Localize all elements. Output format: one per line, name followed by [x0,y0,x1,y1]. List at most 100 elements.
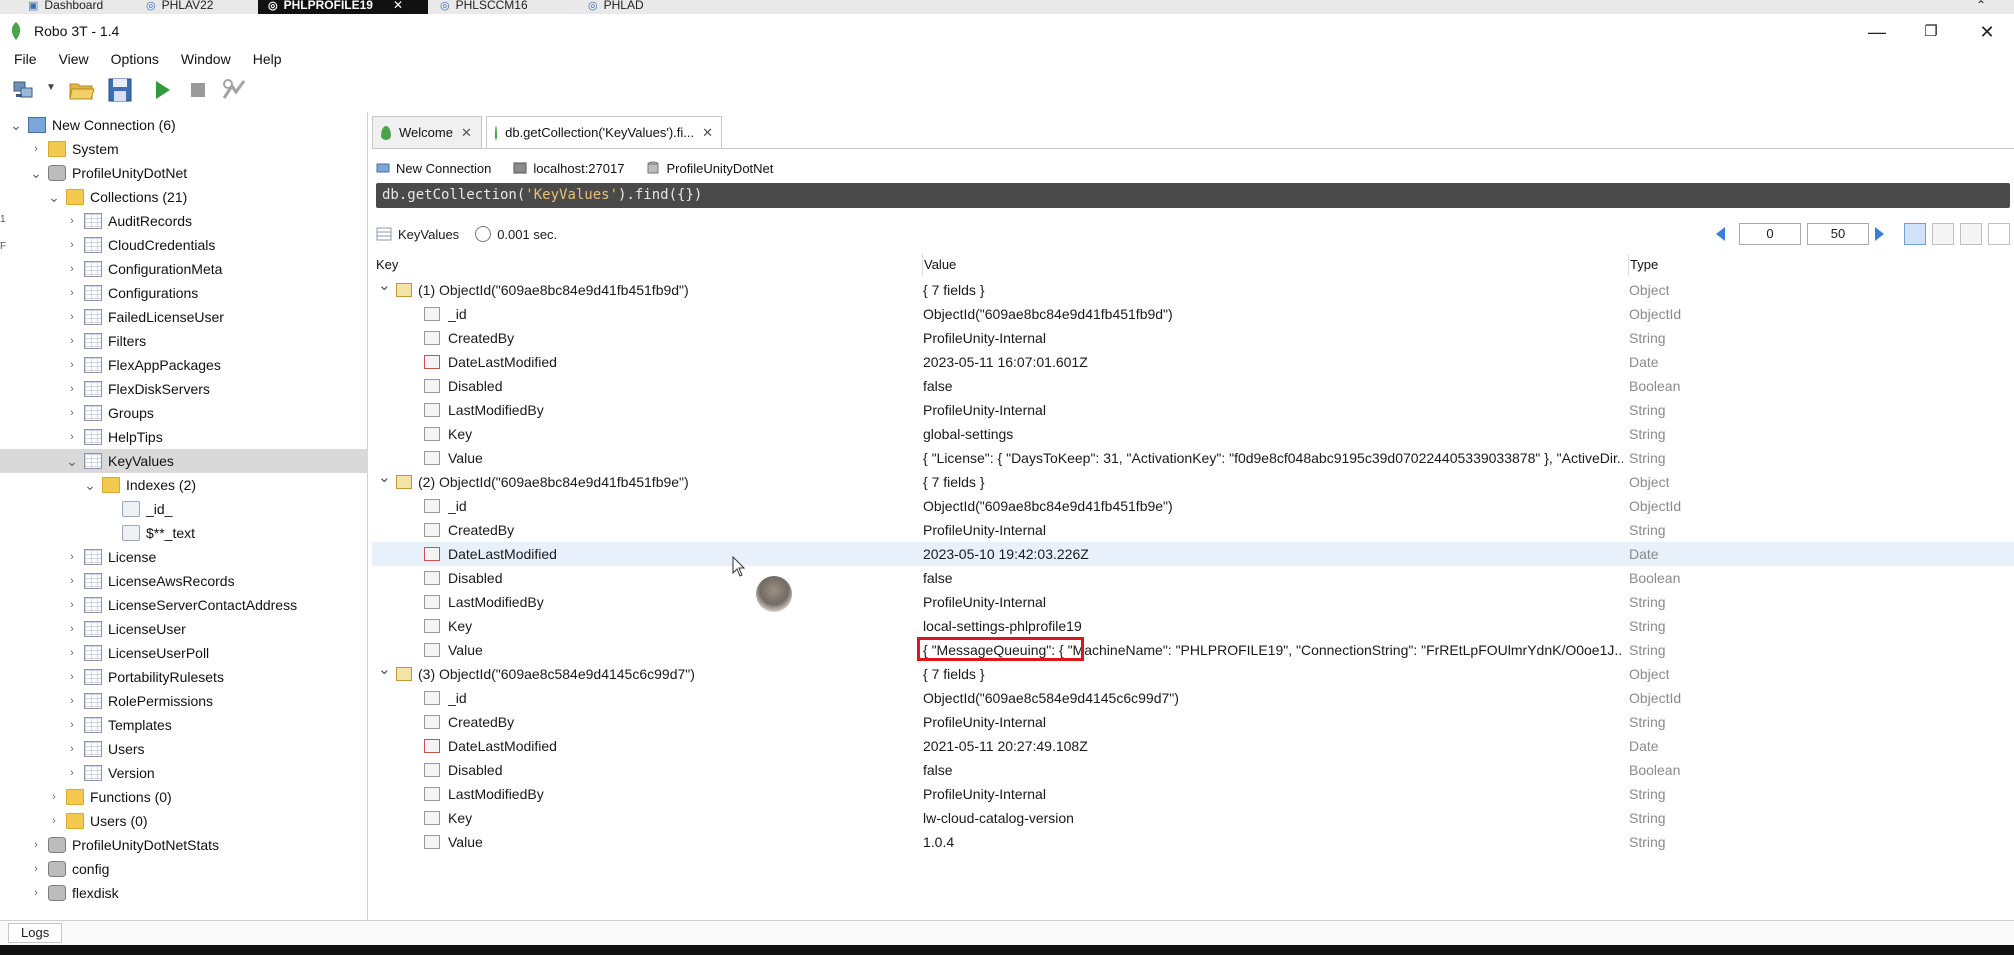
chevron-right-icon[interactable]: › [66,407,78,419]
save-icon[interactable] [106,76,134,104]
tree-item[interactable]: ⌄ ProfileUnityDotNet [0,161,368,185]
chevron-right-icon[interactable]: › [66,647,78,659]
restore-button[interactable]: ❐ [1918,20,1944,44]
tree-item[interactable]: › RolePermissions [0,689,368,713]
chevron-right-icon[interactable]: › [66,743,78,755]
document-row[interactable]: ⌄ (3) ObjectId("609ae8c584e9d4145c6c99d7"… [372,661,2014,686]
tree-item[interactable]: › FailedLicenseUser [0,305,368,329]
tree-item[interactable]: › FlexDiskServers [0,377,368,401]
tree-view-button[interactable] [1904,223,1926,245]
field-row[interactable]: Key local-settings-phlprofile19 String [372,614,2014,638]
tree-item[interactable]: › Users [0,737,368,761]
document-row[interactable]: ⌄ (1) ObjectId("609ae8bc84e9d41fb451fb9d"… [372,276,2014,302]
query-editor[interactable]: db.getCollection('KeyValues').find({}) [376,183,2010,208]
field-row[interactable]: Key lw-cloud-catalog-version String [372,806,2014,830]
chevron-right-icon[interactable]: › [66,719,78,731]
chevron-down-icon[interactable]: ⌄ [84,478,96,492]
close-icon[interactable]: ✕ [393,0,403,12]
menu-view[interactable]: View [45,48,97,70]
tree-item[interactable]: › Functions (0) [0,785,368,809]
field-row[interactable]: CreatedBy ProfileUnity-Internal String [372,710,2014,734]
chevron-right-icon[interactable]: › [66,263,78,275]
tree-item[interactable]: › flexdisk [0,881,368,905]
tree-item[interactable]: $**_text [0,521,368,545]
chevron-right-icon[interactable]: › [30,863,42,875]
chevron-right-icon[interactable]: › [66,695,78,707]
document-row[interactable]: ⌄ (2) ObjectId("609ae8bc84e9d41fb451fb9e"… [372,468,2014,494]
tree-item[interactable]: › Groups [0,401,368,425]
tree-item[interactable]: › config [0,857,368,881]
chevron-right-icon[interactable]: › [66,431,78,443]
tree-item[interactable]: ⌄ Indexes (2) [0,473,368,497]
chevron-right-icon[interactable]: › [66,335,78,347]
remote-tab-dashboard[interactable]: ▣ Dashboard [18,0,113,14]
remote-tab-phlad[interactable]: ◎ PHLAD [578,0,654,14]
chevron-right-icon[interactable]: › [66,671,78,683]
field-row[interactable]: CreatedBy ProfileUnity-Internal String [372,518,2014,542]
tree-item[interactable]: › System [0,137,368,161]
tree-item[interactable]: › CloudCredentials [0,233,368,257]
stop-icon[interactable] [184,76,212,104]
field-row[interactable]: DateLastModified 2021-05-11 20:27:49.108Z… [372,734,2014,758]
chevron-down-icon[interactable]: ⌄ [378,468,391,486]
chevron-down-icon[interactable]: ⌄ [30,166,42,180]
field-row[interactable]: Value 1.0.4 String [372,830,2014,854]
tree-item[interactable]: › HelpTips [0,425,368,449]
close-icon[interactable]: ✕ [702,125,713,141]
tree-item[interactable]: › Configurations [0,281,368,305]
chevron-down-icon[interactable]: ⌄ [378,276,391,294]
tree-item[interactable]: › ConfigurationMeta [0,257,368,281]
chevron-right-icon[interactable]: › [66,383,78,395]
field-row[interactable]: DateLastModified 2023-05-11 16:07:01.601Z… [372,350,2014,374]
limit-input[interactable]: 50 [1807,223,1869,245]
menu-help[interactable]: Help [239,48,290,70]
column-divider[interactable] [1628,254,1629,276]
connect-dropdown-icon[interactable]: ▼ [46,82,56,93]
tree-item[interactable]: › Users (0) [0,809,368,833]
column-divider[interactable] [922,254,923,276]
tree-item[interactable]: › LicenseAwsRecords [0,569,368,593]
close-window-button[interactable]: ✕ [1974,20,2000,44]
tree-item[interactable]: › Templates [0,713,368,737]
column-header-key[interactable]: Key [376,257,398,272]
field-row[interactable]: Value{ "MessageQueuing": { "MachineName"… [372,638,2014,662]
field-row[interactable]: LastModifiedBy ProfileUnity-Internal Strin… [372,398,2014,422]
tree-item[interactable]: › AuditRecords [0,209,368,233]
field-row[interactable]: Disabled false Boolean [372,566,2014,590]
chevron-right-icon[interactable]: › [66,215,78,227]
table-view-button[interactable] [1932,223,1954,245]
chevron-right-icon[interactable]: › [66,599,78,611]
tree-item[interactable]: › ProfileUnityDotNetStats [0,833,368,857]
chevron-right-icon[interactable]: › [66,767,78,779]
explain-icon[interactable] [220,76,248,104]
tree-item[interactable]: › LicenseUser [0,617,368,641]
tab-query-keyvalues[interactable]: db.getCollection('KeyValues').fi... ✕ [486,116,722,148]
tree-item[interactable]: _id_ [0,497,368,521]
prev-page-icon[interactable] [1716,227,1725,241]
field-row[interactable]: CreatedBy ProfileUnity-Internal String [372,326,2014,350]
next-page-icon[interactable] [1875,227,1884,241]
chevron-right-icon[interactable]: › [66,359,78,371]
chevron-right-icon[interactable]: › [66,287,78,299]
remote-tab-phlprofile19[interactable]: ◎ PHLPROFILE19 ✕ [258,0,428,14]
chevron-right-icon[interactable]: › [66,311,78,323]
field-row[interactable]: LastModifiedBy ProfileUnity-Internal Strin… [372,590,2014,614]
tree-item[interactable]: › License [0,545,368,569]
field-row[interactable]: _id ObjectId("609ae8bc84e9d41fb451fb9e") O… [372,494,2014,518]
chevron-right-icon[interactable]: › [48,815,60,827]
skip-input[interactable]: 0 [1739,223,1801,245]
field-row[interactable]: Key global-settings String [372,422,2014,446]
tree-item[interactable]: › LicenseServerContactAddress [0,593,368,617]
field-row[interactable]: Disabled false Boolean [372,374,2014,398]
menu-file[interactable]: File [0,48,45,70]
remote-tab-phlav22[interactable]: ◎ PHLAV22 [136,0,223,14]
chevron-down-icon[interactable]: ⌄ [48,190,60,204]
column-header-value[interactable]: Value [924,257,956,272]
logs-tab[interactable]: Logs [8,923,63,943]
field-row[interactable]: LastModifiedBy ProfileUnity-Internal Strin… [372,782,2014,806]
field-row[interactable]: Value { "License": { "DaysToKeep": 31, "A… [372,446,2014,470]
tab-welcome[interactable]: Welcome ✕ [372,116,482,148]
menu-window[interactable]: Window [167,48,239,70]
execute-icon[interactable] [148,76,176,104]
column-header-type[interactable]: Type [1630,257,1658,272]
